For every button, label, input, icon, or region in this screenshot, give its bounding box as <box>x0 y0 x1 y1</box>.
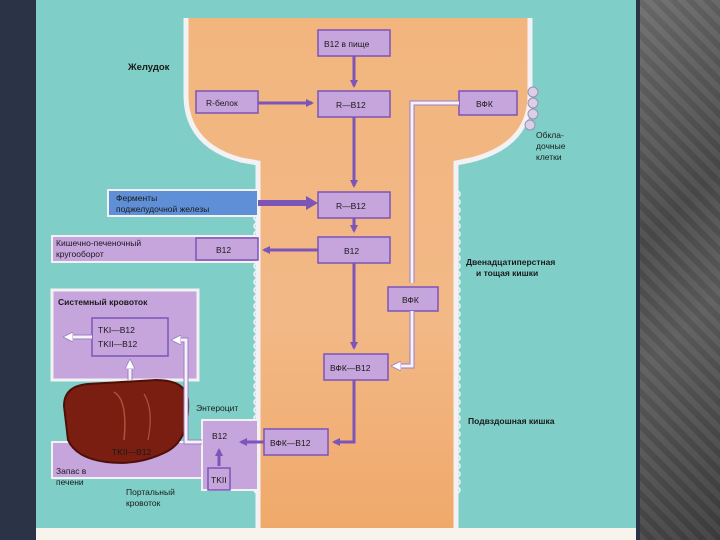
systemic-label: Системный кровоток <box>58 297 148 307</box>
stomach-label: Желудок <box>127 62 170 73</box>
duodenum-label-2: и тощая кишки <box>476 268 538 278</box>
b12-absorption-diagram: Желудок B12 в пище R-белок R—B12 ВФК Обк… <box>36 0 636 540</box>
enterohepatic-label-2: кругооборот <box>56 249 104 259</box>
tk-complex-label-1: TKI—B12 <box>98 325 135 335</box>
vfk-b12-low-label: ВФК—B12 <box>330 363 371 373</box>
enterocyte-label: Энтероцит <box>196 403 238 413</box>
pancreas-label-2: поджелудочной железы <box>116 204 209 214</box>
vfk-mid-label: ВФК <box>402 295 419 305</box>
duodenum-label-1: Двенадцатиперстная <box>466 257 555 267</box>
b12-food-label: B12 в пище <box>324 39 370 49</box>
r-protein-label: R-белок <box>206 98 238 108</box>
vfk-top-label: ВФК <box>476 99 493 109</box>
parietal-label-1: Обкла- <box>536 130 564 140</box>
pancreas-label-1: Ферменты <box>116 193 157 203</box>
r-b12-top-label: R—B12 <box>336 100 366 110</box>
b12-left-label: B12 <box>216 245 231 255</box>
tk-complex-box <box>91 317 169 357</box>
r-b12-mid-label: R—B12 <box>336 201 366 211</box>
tkii-label: TKII <box>211 475 227 485</box>
b12-entero-label: B12 <box>212 431 227 441</box>
vfk-b12-entero-label: ВФК—B12 <box>270 438 311 448</box>
sheet-margin <box>36 528 636 540</box>
diagram-sheet: Желудок B12 в пище R-белок R—B12 ВФК Обк… <box>36 0 636 540</box>
slide-side-panel <box>640 0 720 540</box>
tk-complex-label-2: TKII—B12 <box>98 339 137 349</box>
parietal-label-3: клетки <box>536 152 562 162</box>
liver-storage-label-1: Запас в <box>56 466 87 476</box>
enterohepatic-label-1: Кишечно-печеночный <box>56 238 141 248</box>
portal-label-2: кровоток <box>126 498 161 508</box>
liver-storage-label-2: печени <box>56 477 84 487</box>
portal-label-1: Портальный <box>126 487 175 497</box>
tkii-b12-label: TKII—B12 <box>112 447 151 457</box>
ileum-label: Подвздошная кишка <box>468 416 555 426</box>
parietal-label-2: дочные <box>536 141 566 151</box>
b12-mid-label: B12 <box>344 246 359 256</box>
